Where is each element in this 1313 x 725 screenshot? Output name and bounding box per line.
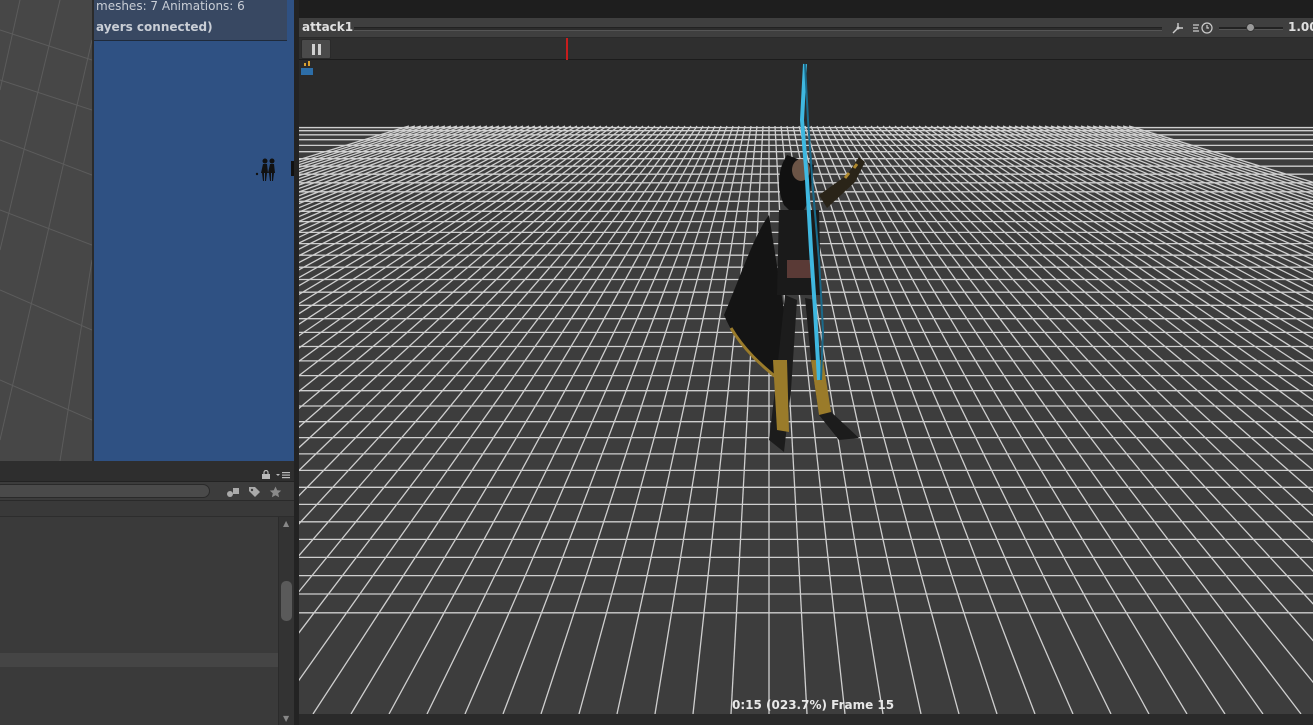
panel-tab-bar — [0, 461, 294, 482]
preview-status-strip — [299, 714, 1313, 725]
scroll-up-icon[interactable]: ▲ — [283, 519, 289, 528]
filter-by-type-icon[interactable] — [224, 484, 242, 499]
favorite-star-icon[interactable] — [266, 484, 284, 499]
preview-settings-icon[interactable] — [299, 60, 315, 76]
game-view[interactable]: meshes: 7 Animations: 6 ayers connected) — [92, 0, 294, 461]
scrollbar[interactable]: ▲ ▼ — [278, 517, 294, 725]
frame-info: 0:15 (023.7%) Frame 15 — [732, 698, 895, 712]
preview-timeline[interactable] — [299, 38, 1313, 60]
preview-header: attack1 1.00 — [299, 18, 1313, 38]
pivot-icon[interactable] — [1171, 21, 1185, 35]
playback-speed-icon — [1193, 22, 1213, 34]
pause-icon-bar — [317, 43, 321, 55]
scroll-down-icon[interactable]: ▼ — [283, 714, 289, 723]
editor-window: meshes: 7 Animations: 6 ayers connected) — [0, 0, 1313, 725]
stats-meshes-animations: meshes: 7 Animations: 6 — [96, 0, 245, 13]
list-item[interactable] — [0, 653, 278, 667]
clip-timeline-track[interactable] — [354, 27, 1162, 31]
project-list[interactable] — [0, 517, 278, 725]
lock-icon[interactable] — [262, 470, 270, 479]
playback-speed-value: 1.00 — [1288, 20, 1313, 34]
project-panel: ▲ ▼ — [0, 461, 294, 725]
character-silhouettes — [254, 155, 294, 189]
stats-players-connected: ayers connected) — [96, 20, 213, 34]
scene-view[interactable] — [0, 0, 92, 461]
filter-by-label-icon[interactable] — [245, 484, 263, 499]
clip-name: attack1 — [302, 20, 354, 34]
project-column-header — [0, 501, 294, 517]
search-input[interactable] — [0, 484, 210, 498]
scroll-thumb[interactable] — [281, 581, 292, 621]
animation-preview-viewport[interactable]: 0:15 (023.7%) Frame 15 — [299, 60, 1313, 714]
playback-speed-slider-knob[interactable] — [1246, 23, 1255, 32]
project-toolbar — [0, 482, 294, 501]
stats-overlay: meshes: 7 Animations: 6 ayers connected) — [94, 0, 287, 41]
pause-icon-bar — [311, 43, 315, 55]
playhead[interactable] — [566, 38, 568, 60]
pause-button[interactable] — [301, 39, 331, 59]
menu-icon[interactable] — [276, 471, 290, 479]
